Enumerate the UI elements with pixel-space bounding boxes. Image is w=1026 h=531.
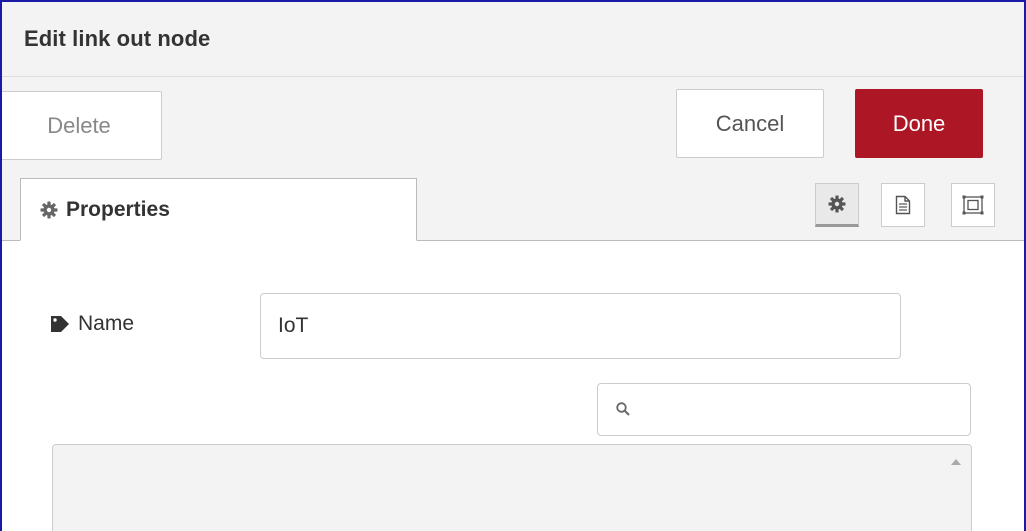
name-label: Name: [50, 312, 134, 336]
scroll-up-arrow-icon[interactable]: [949, 457, 963, 467]
name-label-text: Name: [78, 312, 135, 335]
appearance-icon: [962, 195, 984, 215]
tab-properties[interactable]: Properties: [20, 178, 417, 241]
search-input[interactable]: [642, 388, 966, 433]
tab-strip: Properties: [2, 171, 1024, 241]
dialog-toolbar: Delete Cancel Done: [2, 77, 1024, 171]
description-tab-button[interactable]: [881, 183, 925, 227]
description-icon: [895, 195, 911, 215]
edit-node-dialog: Edit link out node Delete Cancel Done Pr…: [0, 0, 1026, 531]
link-node-list[interactable]: [52, 444, 972, 531]
gear-icon: [828, 195, 846, 213]
cancel-button[interactable]: Cancel: [676, 89, 824, 158]
search-icon: [615, 401, 631, 417]
tag-icon: [50, 315, 72, 333]
appearance-tab-button[interactable]: [951, 183, 995, 227]
delete-button[interactable]: Delete: [2, 91, 162, 160]
node-search[interactable]: [597, 383, 971, 436]
done-button[interactable]: Done: [855, 89, 983, 158]
tab-properties-label: Properties: [66, 197, 170, 221]
dialog-titlebar: Edit link out node: [2, 2, 1024, 77]
properties-panel: Name: [2, 241, 1024, 531]
settings-tab-button[interactable]: [815, 183, 859, 227]
gear-icon: [40, 201, 58, 219]
name-input[interactable]: [260, 293, 901, 359]
dialog-title: Edit link out node: [24, 26, 211, 51]
